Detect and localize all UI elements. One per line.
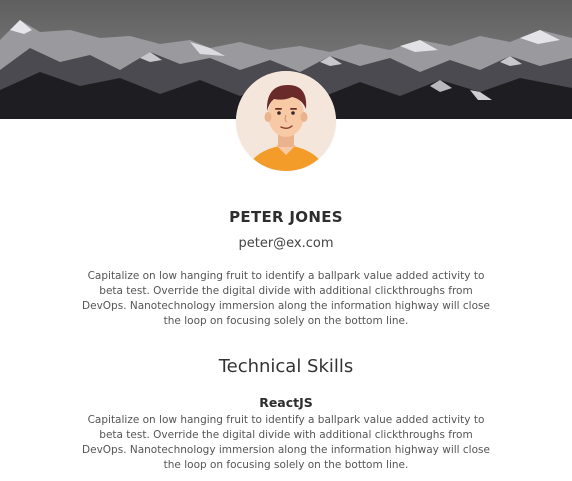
skill-description: Capitalize on low hanging fruit to ident… (82, 414, 490, 471)
profile-name: PETER JONES (229, 208, 343, 226)
skill-name: ReactJS (259, 395, 313, 410)
avatar (236, 71, 336, 171)
man-avatar-illustration (236, 71, 336, 171)
profile-bio: Capitalize on low hanging fruit to ident… (82, 270, 490, 327)
profile-email: peter@ex.com (238, 236, 334, 251)
profile-page: PETER JONES peter@ex.com Capitalize on l… (0, 0, 572, 481)
section-title-technical-skills: Technical Skills (218, 356, 354, 377)
